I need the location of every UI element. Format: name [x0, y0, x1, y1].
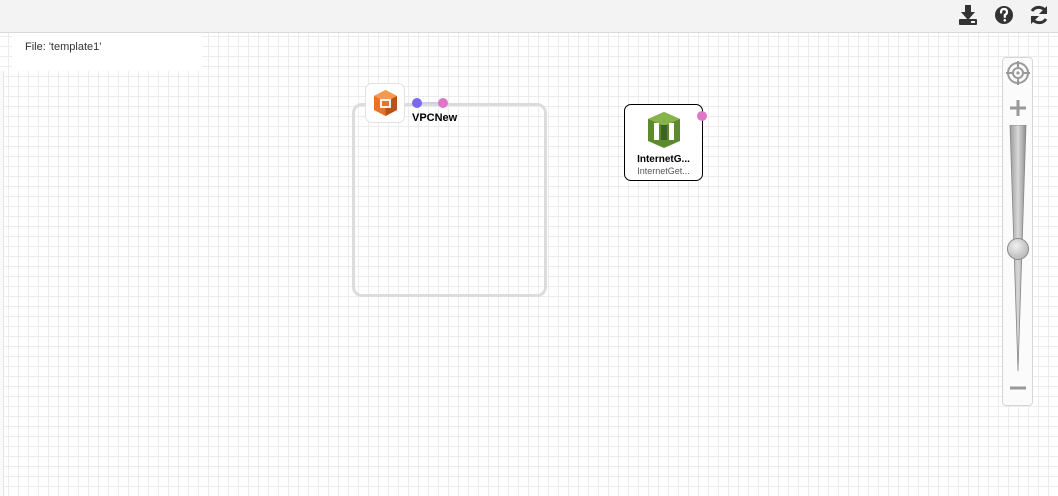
vpc-node-icon[interactable]: [365, 83, 405, 123]
internet-gateway-title: InternetG...: [637, 154, 690, 165]
diagram-canvas[interactable]: File: 'template1' VPCNew InternetG... In…: [0, 33, 1058, 496]
vpc-container[interactable]: [352, 103, 547, 297]
vpc-input-port[interactable]: [412, 98, 422, 108]
zoom-out-icon[interactable]: [1008, 378, 1028, 398]
canvas-left-border: [0, 71, 4, 496]
zoom-slider-handle[interactable]: [1007, 238, 1029, 260]
internet-gateway-output-port[interactable]: [697, 111, 707, 121]
aws-vpc-icon: [374, 90, 397, 116]
internet-gateway-node[interactable]: InternetG... InternetGet...: [624, 104, 703, 181]
help-icon[interactable]: [991, 2, 1017, 28]
download-icon[interactable]: [955, 2, 981, 28]
internet-gateway-icon: [648, 112, 680, 148]
center-view-icon[interactable]: [1005, 60, 1031, 86]
vpc-port-connector: [421, 102, 439, 104]
file-name-text: File: 'template1': [25, 41, 102, 53]
vpc-output-port[interactable]: [438, 98, 448, 108]
refresh-icon[interactable]: [1026, 2, 1052, 28]
vpc-label: VPCNew: [412, 112, 458, 124]
zoom-control-panel: [1002, 57, 1033, 406]
internet-gateway-subtitle: InternetGet...: [637, 166, 690, 176]
toolbar: [0, 0, 1058, 33]
zoom-in-icon[interactable]: [1008, 98, 1028, 118]
file-label: File: 'template1': [12, 33, 202, 71]
